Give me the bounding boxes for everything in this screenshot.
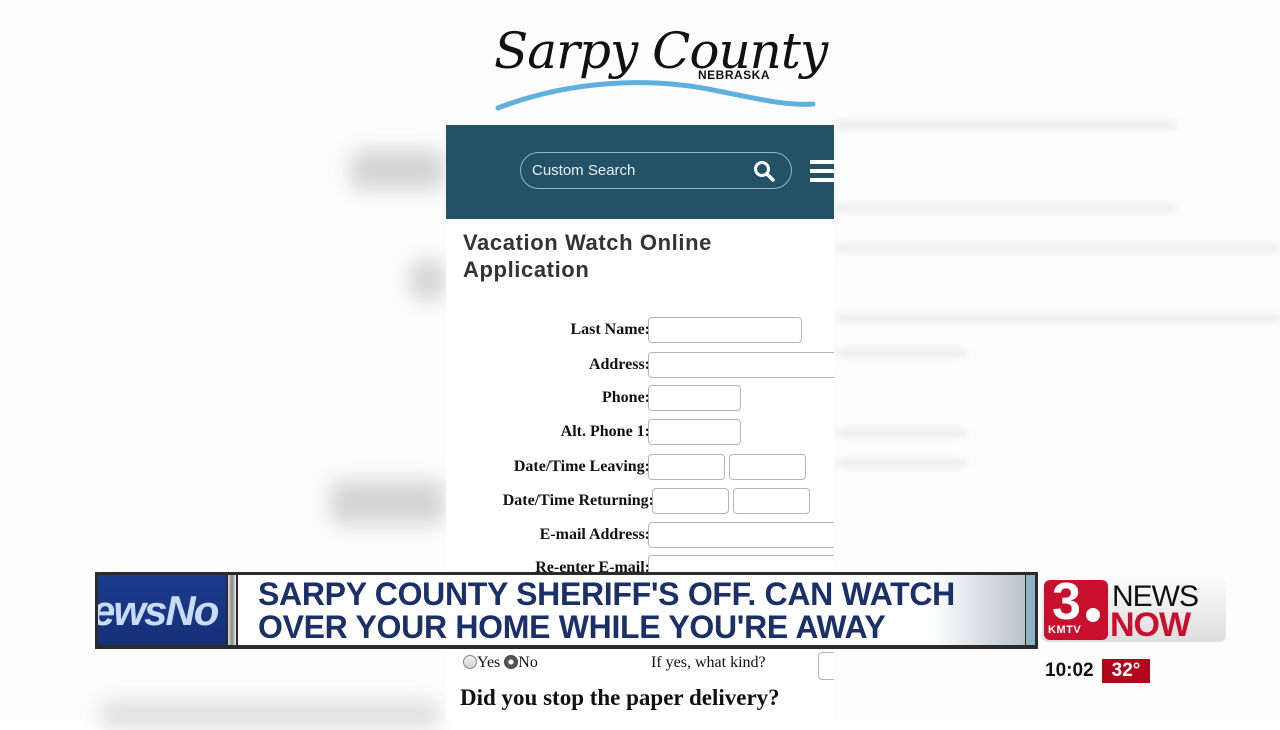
search-icon[interactable] (753, 160, 775, 182)
headline-line-2: OVER YOUR HOME WHILE YOU'RE AWAY (258, 609, 886, 645)
phone-input[interactable] (648, 385, 741, 411)
blurred-text (100, 700, 440, 730)
nav-bar: Custom Search (446, 125, 834, 219)
leaving-label: Date/Time Leaving: (513, 458, 650, 475)
form-row-alt-phone: Alt. Phone 1: (446, 419, 834, 445)
alt-phone-label: Alt. Phone 1: (560, 423, 650, 440)
blurred-line (836, 350, 966, 356)
returning-label: Date/Time Returning: (502, 492, 654, 509)
address-input[interactable] (648, 352, 834, 378)
blurred-text (350, 150, 445, 190)
radio-yes[interactable] (463, 655, 477, 669)
sarpy-county-logo[interactable]: Sarpy County NEBRASKA (488, 14, 828, 114)
blurred-line (836, 122, 1176, 128)
leaving-time-input[interactable] (729, 454, 806, 480)
cbs-eye-icon (1084, 606, 1102, 624)
returning-date-input[interactable] (652, 488, 729, 514)
form-row-phone: Phone: (446, 385, 834, 411)
blurred-line (836, 430, 966, 436)
headline-panel: SARPY COUNTY SHERIFF'S OFF. CAN WATCH OV… (238, 575, 1025, 645)
radio-no-label: No (518, 654, 538, 671)
yes-no-radio-group: Yes No (463, 654, 538, 672)
form-row-leaving: Date/Time Leaving: (446, 454, 834, 480)
paper-delivery-question: Did you stop the paper delivery? (460, 685, 780, 710)
blurred-text (330, 480, 445, 525)
station-badge: 3 KMTV (1044, 573, 1108, 640)
page-title: Vacation Watch Online Application (463, 230, 712, 282)
logo-subtitle: NEBRASKA (698, 68, 771, 82)
leaving-date-input[interactable] (648, 454, 725, 480)
radio-no[interactable] (504, 655, 519, 669)
last-name-input[interactable] (648, 317, 802, 343)
form-row-address: Address: (446, 352, 834, 378)
last-name-label: Last Name: (570, 321, 650, 338)
email-label: E-mail Address: (539, 526, 650, 543)
time-display: 10:02 (1045, 660, 1094, 681)
radio-yes-label: Yes (477, 654, 501, 671)
form-row-returning: Date/Time Returning: (446, 488, 834, 514)
newsnow-panel: ewsNo (98, 575, 226, 645)
blurred-line (836, 205, 1176, 211)
headline-line-1: SARPY COUNTY SHERIFF'S OFF. CAN WATCH (258, 576, 955, 612)
blurred-text (410, 260, 445, 300)
if-yes-label: If yes, what kind? (651, 654, 766, 671)
form-row-email: E-mail Address: (446, 522, 834, 548)
alt-phone-input[interactable] (648, 419, 741, 445)
lower-third-end-cap (1026, 575, 1035, 645)
if-yes-input[interactable] (818, 652, 834, 680)
station-number: 3 (1052, 573, 1081, 631)
lower-third-divider (228, 575, 236, 645)
news-lower-third: ewsNo SARPY COUNTY SHERIFF'S OFF. CAN WA… (95, 572, 1038, 649)
returning-time-input[interactable] (733, 488, 810, 514)
email-input[interactable] (648, 522, 834, 548)
temperature-badge: 32° (1102, 659, 1150, 683)
logo-title: Sarpy County (494, 22, 828, 80)
kmtv-news-now-logo: 3 KMTV NEWS NOW (1042, 573, 1226, 644)
station-call-letters: KMTV (1048, 624, 1082, 636)
brand-now: NOW (1110, 606, 1191, 644)
address-label: Address: (588, 356, 650, 373)
newsnow-panel-text: ewsNo (98, 587, 219, 634)
blurred-line (836, 460, 966, 466)
blurred-line (836, 315, 1280, 321)
blurred-line (836, 245, 1280, 251)
phone-label: Phone: (602, 389, 650, 406)
search-input[interactable]: Custom Search (520, 152, 792, 189)
search-placeholder: Custom Search (532, 162, 636, 179)
hamburger-menu-icon[interactable] (810, 160, 834, 184)
form-row-last-name: Last Name: (446, 317, 834, 343)
